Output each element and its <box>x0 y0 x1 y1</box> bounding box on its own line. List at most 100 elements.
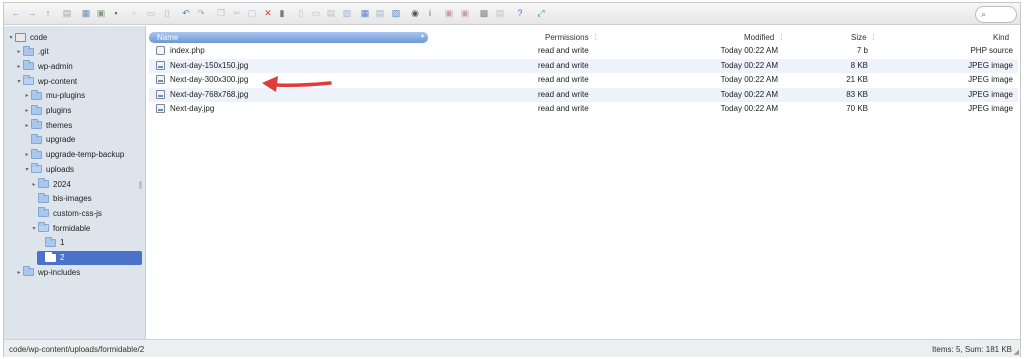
extract-icon[interactable]: ▣ <box>443 7 455 19</box>
tree-item-label: 2024 <box>53 179 71 189</box>
tree-item-plugins[interactable]: ▸ plugins <box>23 104 71 118</box>
column-header-size-label: Size <box>851 33 867 42</box>
redo-icon[interactable]: ↷ <box>195 7 207 19</box>
up-icon[interactable]: ↑ <box>42 7 54 19</box>
disclosure-closed-icon[interactable]: ▸ <box>15 63 23 70</box>
disclosure-open-icon[interactable]: ▾ <box>30 225 38 232</box>
duplicate-icon[interactable]: ▯ <box>295 7 307 19</box>
column-header-kind[interactable]: Kind <box>993 33 1009 44</box>
tree-item-wp-admin[interactable]: ▸ wp-admin <box>15 59 73 73</box>
open-icon[interactable]: ▦ <box>80 7 92 19</box>
folder-icon <box>31 89 42 100</box>
empty-icon[interactable]: ▮ <box>276 7 288 19</box>
image-file-icon <box>156 104 165 113</box>
tree-item-formidable[interactable]: ▾ formidable <box>30 221 90 235</box>
preview-icon[interactable]: ◉ <box>409 7 421 19</box>
file-kind: PHP source <box>970 46 1013 55</box>
column-resize-handle[interactable]: ⁞ <box>780 33 782 42</box>
info-icon[interactable]: i <box>424 7 436 19</box>
disclosure-open-icon[interactable]: ▾ <box>23 166 31 173</box>
file-name: Next-day.jpg <box>170 104 215 113</box>
tree-item-themes[interactable]: ▸ themes <box>23 118 72 132</box>
disclosure-closed-icon[interactable]: ▸ <box>23 122 31 129</box>
tree-item-label: uploads <box>46 164 75 174</box>
tree-item-wp-content[interactable]: ▾ wp-content <box>15 74 77 88</box>
column-header-modified[interactable]: Modified ⁞ <box>744 33 782 44</box>
disclosure-closed-icon[interactable]: ▸ <box>15 48 23 55</box>
paste-icon[interactable]: ▢ <box>246 7 258 19</box>
file-row[interactable]: Next-day.jpg read and write Today 00:22 AM… <box>149 102 1018 116</box>
tree-item-uploads[interactable]: ▾ uploads <box>23 162 74 176</box>
tree-item-upgrade-temp-backup[interactable]: ▸ upgrade-temp-backup <box>23 148 124 162</box>
column-resize-handle[interactable]: ⁞ <box>595 33 597 42</box>
folder-icon <box>31 133 42 144</box>
current-path: code/wp-content/uploads/formidable/2 <box>9 345 145 354</box>
disclosure-closed-icon[interactable]: ▸ <box>30 181 38 188</box>
forward-icon[interactable]: → <box>26 7 38 19</box>
reload-icon[interactable]: ▤ <box>61 7 73 19</box>
folder-tree: ▾ code ▸ .git ▸ wp-admin ▾ wp-content ▸ mu-plugin… <box>4 26 146 339</box>
new-file-icon[interactable]: ▭ <box>145 7 157 19</box>
file-name: index.php <box>170 46 205 55</box>
rename-icon[interactable]: ▭ <box>310 7 322 19</box>
file-modified: Today 00:22 AM <box>720 104 778 113</box>
search-icon: ⌕ <box>981 9 987 19</box>
tree-item-bis-images[interactable]: bis-images <box>30 192 92 206</box>
tree-item-label: mu-plugins <box>46 91 86 101</box>
compress-icon[interactable]: ▣ <box>459 7 471 19</box>
delete-icon[interactable]: ✕ <box>262 7 274 19</box>
sort-icon[interactable]: ▤ <box>494 7 506 19</box>
list-view-icon[interactable]: ▤ <box>374 7 386 19</box>
tree-item--git[interactable]: ▸ .git <box>15 45 49 59</box>
column-resize-handle[interactable]: ⁞ <box>873 33 875 42</box>
tree-item-upgrade[interactable]: upgrade <box>23 133 75 147</box>
fullscreen-icon[interactable]: ⤢ <box>535 7 547 19</box>
edit-icon[interactable]: ▤ <box>325 7 337 19</box>
download-icon[interactable]: ▣ <box>95 7 107 19</box>
file-row[interactable]: index.php read and write Today 00:22 AM 7 b… <box>149 44 1018 58</box>
tree-item-2024[interactable]: ▸ 2024 <box>30 177 71 191</box>
grid-icon[interactable]: ▩ <box>478 7 490 19</box>
resize-icon[interactable]: ▨ <box>390 7 402 19</box>
save-icon[interactable]: ▪ <box>110 7 122 19</box>
cut-icon[interactable]: ✂ <box>231 7 243 19</box>
column-header-name[interactable]: Name ▾ <box>149 32 428 43</box>
file-size: 21 KB <box>846 75 868 84</box>
tree-item-label: wp-content <box>38 76 78 86</box>
archive-icon[interactable]: ▧ <box>341 7 353 19</box>
tree-item-1[interactable]: 1 <box>37 236 64 250</box>
toolbar: ⌕ ← → ↑ ▤ ▦ ▣ ▪ ▫ ▭ ▯ ↶ ↷ ❐ ✂ ▢ ✕ ▮ ▯ ▭ ▤ ▧ ▦ ▤ ▨ ◉ i ▣ ▣ ▩ ▤? ⤢ <box>4 3 1020 25</box>
tree-item-code[interactable]: ▾ code <box>7 30 47 44</box>
resize-grip-icon[interactable]: ◢ <box>1014 348 1019 356</box>
disclosure-closed-icon[interactable]: ▸ <box>15 269 23 276</box>
tree-item-wp-includes[interactable]: ▸ wp-includes <box>15 265 80 279</box>
sidebar-scrollbar[interactable] <box>139 181 142 189</box>
column-header-size[interactable]: Size ⁞ <box>851 33 875 44</box>
tree-item-mu-plugins[interactable]: ▸ mu-plugins <box>23 89 85 103</box>
disclosure-open-icon[interactable]: ▾ <box>15 78 23 85</box>
tree-item-custom-css-js[interactable]: custom-css-js <box>30 206 102 220</box>
new-folder-icon[interactable]: ▫ <box>128 7 140 19</box>
undo-icon[interactable]: ↶ <box>180 7 192 19</box>
tree-item-2[interactable]: 2 <box>37 250 142 265</box>
disclosure-closed-icon[interactable]: ▸ <box>23 151 31 158</box>
folder-icon <box>23 45 34 56</box>
search-input[interactable]: ⌕ <box>975 6 1017 23</box>
file-name: Next-day-768x768.jpg <box>170 89 249 99</box>
upload-icon[interactable]: ▯ <box>161 7 173 19</box>
icons-view-icon[interactable]: ▦ <box>359 7 371 19</box>
disclosure-open-icon[interactable]: ▾ <box>7 34 15 41</box>
tree-item-label: custom-css-js <box>53 208 102 218</box>
folder-open-icon <box>31 163 42 174</box>
help-icon[interactable]: ? <box>514 7 526 19</box>
disclosure-closed-icon[interactable]: ▸ <box>23 107 31 114</box>
tree-item-label: formidable <box>53 223 91 233</box>
file-row[interactable]: Next-day-150x150.jpg read and write Today … <box>149 58 1018 73</box>
back-icon[interactable]: ← <box>10 7 22 19</box>
copy-icon[interactable]: ❐ <box>215 7 227 19</box>
column-header-permissions[interactable]: Permissions ⁞ <box>545 33 597 44</box>
column-header-permissions-label: Permissions <box>545 33 589 42</box>
disclosure-closed-icon[interactable]: ▸ <box>23 92 31 99</box>
file-permissions: read and write <box>538 89 589 99</box>
folder-icon <box>45 251 56 262</box>
